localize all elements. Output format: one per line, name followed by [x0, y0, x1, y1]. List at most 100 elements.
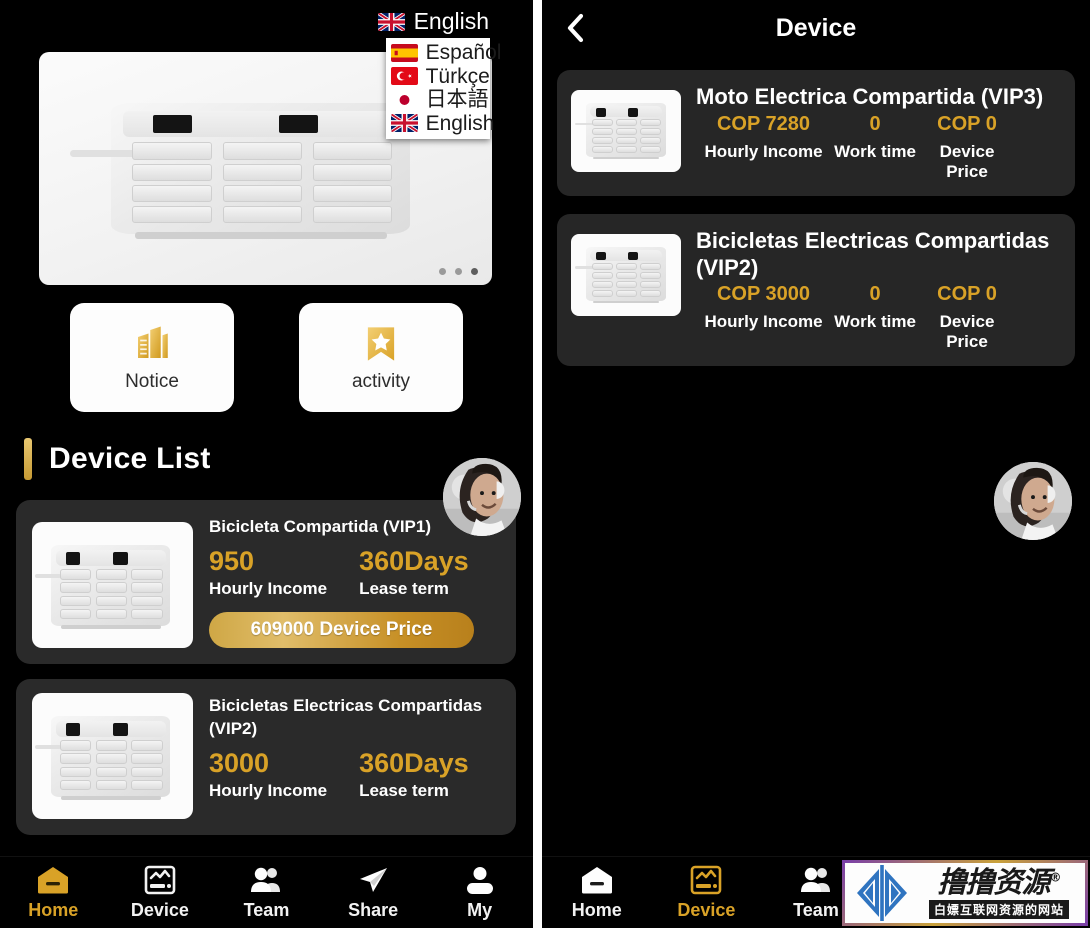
language-selected[interactable]: English	[374, 6, 493, 37]
tab-device-label: Device	[130, 899, 189, 920]
accent-bar	[24, 438, 32, 480]
notice-label: Notice	[125, 370, 179, 392]
customer-service-avatar[interactable]	[994, 462, 1072, 540]
hourly-income-value: COP 7280	[716, 112, 811, 135]
device-list: Bicicleta Compartida (VIP1) 950 Hourly I…	[16, 500, 516, 850]
language-option-es[interactable]: Español	[386, 41, 501, 65]
device-info: Bicicletas Electricas Compartidas (VIP2)…	[207, 693, 500, 819]
language-option-label: Español	[425, 41, 502, 64]
device-stats: 950 Hourly Income 360Days Lease term	[207, 546, 500, 599]
tab-team[interactable]: Team	[213, 865, 320, 921]
device-icon	[691, 865, 722, 894]
tab-share-label: Share	[348, 899, 399, 920]
lease-term-value: 360Days	[359, 546, 469, 577]
tab-device[interactable]: Device	[652, 865, 762, 921]
work-time-label: Work time	[834, 312, 916, 332]
language-selected-label: English	[413, 8, 489, 34]
device-thumbnail	[32, 522, 193, 649]
device-thumbnail	[32, 693, 193, 820]
page-title: Device	[775, 13, 857, 42]
lease-term-value: 360Days	[359, 748, 469, 779]
quick-actions: Notice activity	[70, 303, 464, 412]
tab-device-label: Device	[677, 899, 736, 920]
avatar	[994, 462, 1072, 540]
device-list-heading: Device List	[24, 438, 211, 480]
device-icon	[144, 865, 176, 894]
team-icon	[800, 867, 830, 892]
carousel-dot[interactable]	[439, 268, 446, 275]
carousel-dot[interactable]	[455, 268, 462, 275]
carousel-dot-active[interactable]	[471, 268, 478, 275]
device-stats: 3000 Hourly Income 360Days Lease term	[207, 748, 500, 801]
work-time-label: Work time	[834, 141, 916, 161]
activity-button[interactable]: activity	[299, 303, 463, 412]
watermark-main-text: 撸撸资源®	[937, 864, 1061, 899]
tab-home[interactable]: Home	[0, 865, 107, 921]
language-dropdown-menu[interactable]: Español Türkçe 日本語 English	[385, 38, 501, 140]
language-option-label: 日本語	[425, 87, 489, 112]
home-icon	[581, 866, 612, 893]
notice-button[interactable]: Notice	[70, 303, 234, 412]
avatar	[443, 458, 521, 536]
hourly-income-value: 950	[209, 546, 255, 577]
user-icon	[466, 866, 493, 894]
device-name: Moto Electrica Compartida (VIP3)	[696, 84, 1044, 109]
tab-home[interactable]: Home	[542, 865, 652, 921]
charging-station-illustration	[69, 103, 411, 239]
device-price-value: COP 0	[937, 283, 997, 306]
device-card[interactable]: Bicicletas Electricas Compartidas (VIP2)…	[557, 213, 1075, 367]
dual-screenshot-container: English Español Türkçe 日本語 English Notic…	[0, 0, 1090, 928]
tab-device[interactable]: Device	[107, 865, 214, 921]
page-header: Device	[542, 0, 1090, 56]
lease-term-stat: 360Days Lease term	[359, 546, 469, 599]
work-time-value: 0	[869, 283, 881, 306]
bottom-navigation: Home Device Team	[0, 856, 533, 928]
device-stat-labels: Hourly Income Work time Device Price	[696, 138, 1061, 182]
language-option-en[interactable]: English	[386, 112, 494, 136]
tab-my-label: My	[467, 899, 493, 920]
customer-service-avatar[interactable]	[443, 458, 521, 536]
tab-team-label: Team	[243, 899, 290, 920]
back-button[interactable]	[558, 11, 592, 45]
tab-team-label: Team	[793, 899, 839, 920]
hourly-income-label: Hourly Income	[704, 141, 823, 161]
star-bookmark-icon	[367, 326, 395, 361]
home-screen: English Español Türkçe 日本語 English Notic…	[0, 0, 533, 928]
work-time-value: 0	[869, 112, 881, 135]
hourly-income-label: Hourly Income	[209, 781, 328, 801]
chevron-left-icon	[567, 13, 584, 43]
language-selector[interactable]: English Español Türkçe 日本語 English	[374, 6, 501, 140]
tab-my[interactable]: My	[426, 865, 533, 921]
uk-flag-icon	[377, 12, 405, 31]
tab-home-label: Home	[28, 899, 79, 920]
lease-term-label: Lease term	[359, 579, 449, 599]
device-card[interactable]: Moto Electrica Compartida (VIP3) COP 728…	[557, 70, 1075, 196]
hourly-income-stat: 950 Hourly Income	[209, 546, 327, 599]
language-option-ja[interactable]: 日本語	[386, 88, 490, 112]
tab-share[interactable]: Share	[320, 865, 427, 921]
building-icon	[138, 326, 168, 358]
device-thumbnail	[571, 233, 681, 316]
device-stat-labels: Hourly Income Work time Device Price	[696, 308, 1061, 352]
hourly-income-stat: 3000 Hourly Income	[209, 748, 327, 801]
language-option-tr[interactable]: Türkçe	[386, 65, 490, 89]
device-name: Bicicletas Electricas Compartidas (VIP2)	[209, 696, 483, 738]
device-name: Bicicletas Electricas Compartidas (VIP2)	[696, 227, 1050, 280]
activity-label: activity	[351, 370, 411, 392]
device-list: Moto Electrica Compartida (VIP3) COP 728…	[542, 56, 1090, 367]
device-price-label: Device Price	[939, 312, 995, 352]
device-price-button[interactable]: 609000 Device Price	[209, 612, 474, 649]
device-info: Bicicletas Electricas Compartidas (VIP2)…	[696, 228, 1061, 353]
device-price-label: Device Price	[939, 141, 995, 181]
screen-divider	[533, 0, 542, 928]
share-icon	[360, 867, 388, 892]
device-card[interactable]: Bicicleta Compartida (VIP1) 950 Hourly I…	[16, 500, 516, 665]
turkey-flag-icon	[390, 67, 418, 86]
device-card[interactable]: Bicicletas Electricas Compartidas (VIP2)…	[16, 679, 516, 836]
lease-term-label: Lease term	[359, 781, 449, 801]
language-option-label: English	[425, 111, 495, 135]
device-stat-values: COP 7280 0 COP 0	[696, 113, 1061, 136]
carousel-dots[interactable]	[439, 268, 478, 275]
japan-flag-icon	[390, 90, 418, 109]
device-thumbnail	[571, 90, 681, 172]
